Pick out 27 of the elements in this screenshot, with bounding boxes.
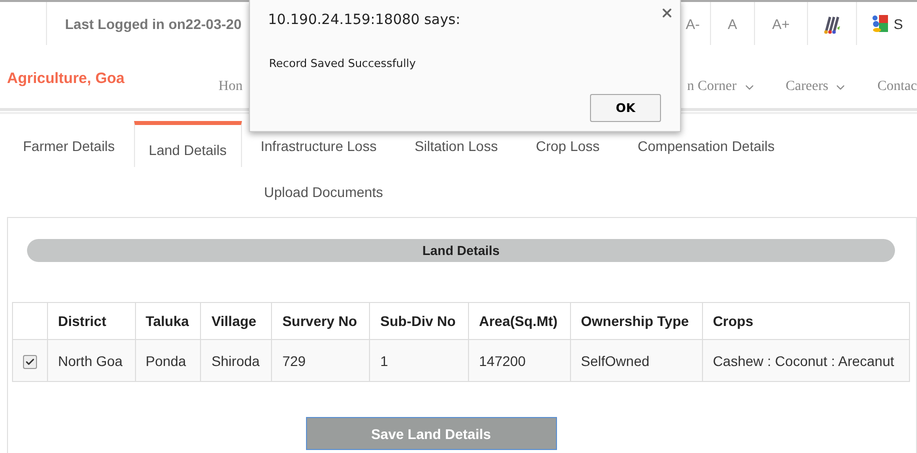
- table-cell: North Goa: [48, 340, 136, 382]
- nav-link[interactable]: Contac: [877, 79, 917, 95]
- nav-link[interactable]: n Corner: [687, 79, 756, 95]
- check-icon: [25, 356, 35, 367]
- font-size-button[interactable]: A+: [754, 2, 807, 45]
- table-cell: Cashew : Coconut : Arecanut: [702, 340, 910, 382]
- table-cell: SelfOwned: [570, 340, 702, 382]
- close-icon[interactable]: [660, 6, 674, 20]
- table-cell: 147200: [468, 340, 570, 382]
- table-cell: 1: [370, 340, 468, 382]
- table-cell: 729: [272, 340, 370, 382]
- dialog-title: 10.190.24.159:18080 says:: [268, 12, 460, 28]
- nav-link[interactable]: Careers: [786, 79, 848, 95]
- ok-button[interactable]: OK: [590, 94, 661, 122]
- checkbox[interactable]: [23, 354, 37, 369]
- column-header: Crops: [702, 302, 910, 340]
- dialog-message: Record Saved Successfully: [269, 57, 416, 70]
- font-size-button[interactable]: A: [710, 2, 754, 45]
- section-title: Land Details: [422, 243, 500, 258]
- tab[interactable]: Land Details: [134, 121, 242, 167]
- last-login-text: Last Logged in on22-03-20: [65, 16, 242, 32]
- table-cell: Shiroda: [200, 340, 272, 382]
- nav-link[interactable]: Hon: [218, 79, 243, 95]
- language-text: S: [894, 16, 903, 32]
- site-title: Agriculture, Goa: [7, 70, 125, 87]
- table-cell: Ponda: [135, 340, 201, 382]
- font-size-button[interactable]: A-: [676, 2, 710, 45]
